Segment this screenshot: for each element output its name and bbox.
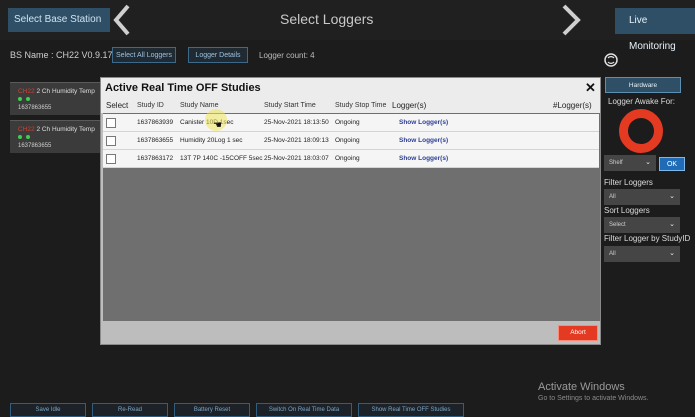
chevron-down-icon: ⌄ [669,250,675,257]
sort-loggers-select[interactable]: Select ⌄ [604,217,680,233]
status-dot-icon [26,135,30,139]
abort-button[interactable]: Abort [558,325,598,341]
select-base-station-button[interactable]: Select Base Station [8,8,110,32]
chevron-down-icon: ⌄ [669,193,675,200]
filter-by-study-select[interactable]: All ⌄ [604,246,680,262]
show-real-time-off-studies-button[interactable]: Show Real Time OFF Studies [358,403,464,417]
row-select-checkbox[interactable] [106,118,116,128]
logger-card-label: 2 Ch Humidity Temp [36,88,95,95]
dialog-title: Active Real Time OFF Studies [105,82,261,94]
table-row[interactable]: 1637863655 Humidity 20Log 1 sec 25-Nov-2… [103,132,599,150]
re-read-button[interactable]: Re-Read [92,403,168,417]
start-time-cell: 25-Nov-2021 18:13:50 [264,119,329,126]
chevron-right-icon[interactable] [560,4,584,36]
save-idle-button[interactable]: Save Idle [10,403,86,417]
study-name-cell: 13T 7P 140C -15COFF 5sec [180,155,263,162]
stop-time-cell: Ongoing [335,155,360,162]
battery-reset-button[interactable]: Battery Reset [174,403,250,417]
study-id-cell: 1637863172 [137,155,174,162]
column-header-select: Select [106,101,129,110]
column-header-stop-time: Study Stop Time [335,102,387,109]
chevron-left-icon[interactable] [112,4,132,36]
page-title: Select Loggers [280,11,374,27]
studies-table-body: 1637863939 Canister 10D 1sec 25-Nov-2021… [103,113,600,321]
logger-card-title: CH22 2 Ch Humidity Temp [18,126,95,133]
filter-loggers-value: All [609,194,616,200]
shelf-select[interactable]: Shelf ⌄ [604,155,656,171]
logger-card[interactable]: CH22 2 Ch Humidity Temp 1637863655 [10,82,105,115]
base-station-name: BS Name : CH22 V0.9.17 [10,50,113,60]
live-monitoring-button[interactable]: Live Monitoring [615,8,695,52]
logger-card-id: 1637863655 [18,143,52,149]
filter-by-study-value: All [609,251,616,257]
column-header-start-time: Study Start Time [264,102,316,109]
status-dot-icon [18,135,22,139]
start-time-cell: 25-Nov-2021 18:09:13 [264,137,329,144]
switch-on-real-time-data-button[interactable]: Switch On Real Time Data [256,403,352,417]
activate-windows-subtitle: Go to Settings to activate Windows. [538,395,649,402]
filter-loggers-label: Filter Loggers [604,178,653,187]
logger-count: Logger count: 4 [259,51,315,60]
chevron-down-icon: ⌄ [669,221,675,228]
row-select-checkbox[interactable] [106,154,116,164]
close-icon[interactable]: ✕ [585,80,596,96]
column-header-loggers: Logger(s) [392,101,427,110]
sort-loggers-value: Select [609,222,626,228]
status-dot-icon [26,97,30,101]
logger-awake-label: Logger Awake For: [608,97,676,106]
hardware-button[interactable]: Hardware [605,77,681,93]
logger-card[interactable]: CH22 2 Ch Humidity Temp 1637863655 [10,120,105,153]
logger-card-label: 2 Ch Humidity Temp [36,126,95,133]
refresh-icon[interactable] [603,52,619,68]
start-time-cell: 25-Nov-2021 18:03:07 [264,155,329,162]
filter-loggers-select[interactable]: All ⌄ [604,189,680,205]
row-select-checkbox[interactable] [106,136,116,146]
table-row[interactable]: 1637863939 Canister 10D 1sec 25-Nov-2021… [103,114,599,132]
shelf-select-value: Shelf [609,160,623,166]
logger-card-id: 1637863655 [18,105,52,111]
stop-time-cell: Ongoing [335,119,360,126]
awake-status-ring [619,109,663,153]
activate-windows-title: Activate Windows [538,381,625,393]
logger-channel-tag: CH22 [18,88,35,95]
table-row[interactable]: 1637863172 13T 7P 140C -15COFF 5sec 25-N… [103,150,599,168]
status-dot-icon [18,97,22,101]
show-loggers-link[interactable]: Show Logger(s) [399,132,448,149]
stop-time-cell: Ongoing [335,137,360,144]
column-header-study-id: Study ID [137,102,164,109]
select-all-loggers-button[interactable]: Select All Loggers [112,47,176,63]
study-id-cell: 1637863655 [137,137,174,144]
logger-card-title: CH22 2 Ch Humidity Temp [18,88,95,95]
ok-button[interactable]: OK [659,157,685,171]
pointer-cursor-icon: ☚ [213,120,222,131]
filter-by-study-label: Filter Logger by StudyID [604,234,691,243]
logger-details-button[interactable]: Logger Details [188,47,248,63]
table-header: Select Study ID Study Name Study Start T… [101,98,600,113]
column-header-logger-count: #Logger(s) [553,101,592,110]
study-name-cell: Humidity 20Log 1 sec [180,137,243,144]
show-loggers-link[interactable]: Show Logger(s) [399,114,448,131]
logger-channel-tag: CH22 [18,126,35,133]
study-id-cell: 1637863939 [137,119,174,126]
chevron-down-icon: ⌄ [645,159,651,166]
sort-loggers-label: Sort Loggers [604,206,650,215]
show-loggers-link[interactable]: Show Logger(s) [399,150,448,167]
active-studies-dialog: Active Real Time OFF Studies ✕ Select St… [100,77,601,345]
